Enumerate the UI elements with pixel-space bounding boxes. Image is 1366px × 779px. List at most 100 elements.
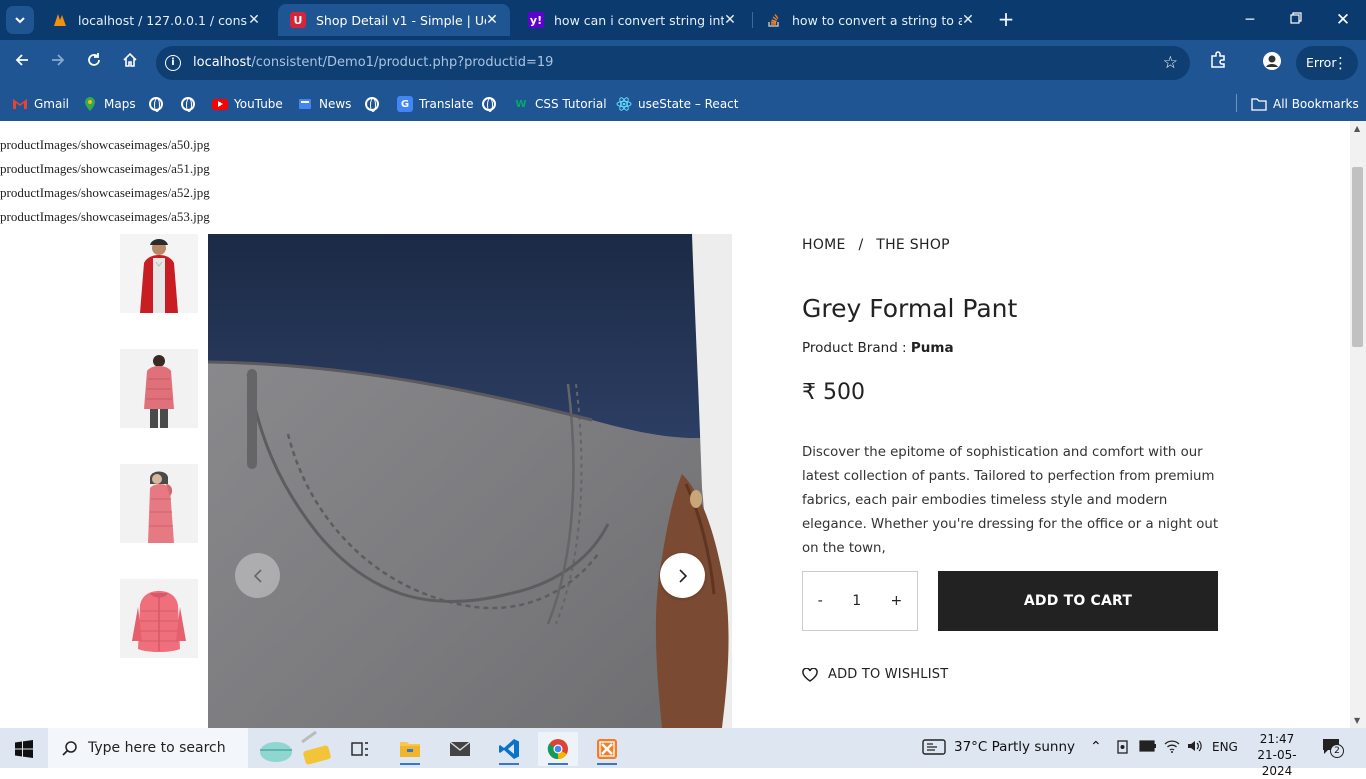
bookmark-label: Translate bbox=[419, 97, 474, 111]
page-content: productImages/showcaseimages/a50.jpg pro… bbox=[0, 121, 1350, 728]
puzzle-icon bbox=[1211, 51, 1225, 68]
clock[interactable]: 21:47 21-05-2024 bbox=[1248, 731, 1306, 779]
restore-button[interactable] bbox=[1286, 10, 1306, 30]
qty-increase-button[interactable]: + bbox=[891, 593, 903, 609]
pink-jacket-side-image bbox=[120, 464, 198, 543]
next-image-button[interactable] bbox=[660, 553, 705, 598]
weather-widget[interactable]: 37°C Partly sunny bbox=[922, 739, 1075, 755]
tab-shop-detail[interactable]: U Shop Detail v1 - Simple | Uomo ✕ bbox=[278, 4, 510, 36]
tab-separator bbox=[752, 12, 753, 28]
page-scrollbar[interactable]: ▲ ▼ bbox=[1350, 121, 1366, 728]
battery-icon[interactable] bbox=[1139, 740, 1157, 756]
profile-error-button[interactable]: Error ⋮ bbox=[1296, 46, 1358, 80]
bookmark-globe-4[interactable] bbox=[482, 94, 496, 114]
more-vert-icon[interactable]: ⋮ bbox=[1333, 46, 1348, 80]
taskbar-chrome[interactable] bbox=[538, 732, 578, 766]
wishlist-label: ADD TO WISHLIST bbox=[828, 667, 949, 682]
taskbar-xampp[interactable] bbox=[587, 732, 627, 766]
task-view-button[interactable] bbox=[340, 732, 380, 766]
new-tab-button[interactable]: + bbox=[994, 8, 1018, 32]
url-text[interactable]: localhost/consistent/Demo1/product.php?p… bbox=[193, 55, 553, 70]
bookmark-css-tutorial[interactable]: W CSS Tutorial bbox=[513, 94, 606, 114]
taskbar-mail[interactable] bbox=[440, 732, 480, 766]
pink-jacket-back-image bbox=[120, 349, 198, 428]
main-product-image bbox=[208, 234, 732, 728]
profile-error-label: Error bbox=[1306, 55, 1337, 70]
vscode-icon bbox=[499, 739, 519, 759]
translate-icon: G bbox=[397, 96, 413, 112]
taskbar-search-box[interactable]: Type here to search bbox=[48, 728, 248, 768]
gmail-icon bbox=[12, 96, 28, 112]
bookmarks-divider bbox=[1236, 94, 1237, 112]
scrollbar-thumb[interactable] bbox=[1352, 167, 1363, 347]
prev-image-button[interactable] bbox=[235, 553, 280, 598]
bookmark-globe-3[interactable] bbox=[365, 94, 379, 114]
globe-icon bbox=[365, 97, 379, 112]
tab-stackoverflow[interactable]: how to convert a string to an array ✕ bbox=[754, 4, 986, 36]
wifi-icon[interactable] bbox=[1164, 739, 1180, 757]
product-thumbnail-3[interactable] bbox=[120, 464, 198, 543]
notification-center-button[interactable]: 2 bbox=[1322, 738, 1344, 760]
all-bookmarks-button[interactable]: All Bookmarks bbox=[1251, 94, 1359, 114]
bookmark-star-icon[interactable]: ☆ bbox=[1163, 53, 1178, 73]
close-icon[interactable]: ✕ bbox=[246, 12, 262, 28]
chrome-icon bbox=[547, 739, 568, 760]
bookmarks-bar: Gmail Maps YouTube News G Translate W CS… bbox=[0, 86, 1366, 121]
product-thumbnail-4[interactable] bbox=[120, 579, 198, 658]
bookmark-news[interactable]: News bbox=[297, 94, 351, 114]
start-button[interactable] bbox=[4, 732, 44, 766]
input-language[interactable]: ENG bbox=[1212, 740, 1238, 754]
home-icon bbox=[123, 52, 137, 67]
breadcrumb-home-link[interactable]: HOME bbox=[802, 237, 846, 253]
qty-decrease-button[interactable]: - bbox=[818, 593, 823, 609]
mail-icon bbox=[449, 741, 471, 756]
image-path-text: productImages/showcaseimages/a53.jpg bbox=[0, 209, 210, 224]
tab-title: how to convert a string to an array bbox=[792, 12, 962, 28]
browser-toolbar: i localhost/consistent/Demo1/product.php… bbox=[0, 40, 1366, 86]
restore-icon bbox=[1290, 12, 1302, 24]
close-icon[interactable]: ✕ bbox=[722, 12, 738, 28]
breadcrumb-shop-link[interactable]: THE SHOP bbox=[876, 237, 950, 253]
close-icon[interactable]: ✕ bbox=[960, 12, 976, 28]
close-window-button[interactable]: ✕ bbox=[1333, 10, 1353, 30]
extensions-button[interactable] bbox=[1206, 51, 1230, 75]
home-button[interactable] bbox=[118, 51, 142, 75]
close-icon[interactable]: ✕ bbox=[484, 12, 500, 28]
address-bar[interactable]: i localhost/consistent/Demo1/product.php… bbox=[156, 46, 1190, 80]
breadcrumb-separator: / bbox=[858, 237, 864, 253]
product-thumbnail-2[interactable] bbox=[120, 349, 198, 428]
youtube-icon bbox=[212, 98, 228, 110]
all-bookmarks-label: All Bookmarks bbox=[1273, 97, 1359, 111]
tray-meet-now-icon[interactable] bbox=[1116, 739, 1130, 759]
uomo-icon: U bbox=[290, 12, 306, 28]
tab-phpmyadmin[interactable]: localhost / 127.0.0.1 / consistent ✕ bbox=[40, 4, 272, 36]
bookmark-translate[interactable]: G Translate bbox=[397, 94, 474, 114]
add-to-wishlist-link[interactable]: ADD TO WISHLIST bbox=[802, 667, 948, 682]
reload-button[interactable] bbox=[82, 51, 106, 75]
profile-button[interactable] bbox=[1260, 51, 1284, 75]
minimize-button[interactable]: ─ bbox=[1240, 10, 1260, 30]
back-button[interactable] bbox=[10, 51, 34, 75]
avatar-icon bbox=[1263, 52, 1281, 70]
taskbar-vscode[interactable] bbox=[489, 732, 529, 766]
product-thumbnail-1[interactable] bbox=[120, 234, 198, 313]
forward-button[interactable] bbox=[46, 51, 70, 75]
bookmark-globe-2[interactable] bbox=[181, 94, 195, 114]
tray-chevron-up-icon[interactable]: ⌃ bbox=[1090, 739, 1102, 755]
tab-search-button[interactable] bbox=[6, 6, 34, 34]
bookmark-youtube[interactable]: YouTube bbox=[212, 94, 283, 114]
taskbar-file-explorer[interactable] bbox=[390, 732, 430, 766]
scroll-down-icon[interactable]: ▼ bbox=[1354, 716, 1360, 725]
bookmark-maps[interactable]: Maps bbox=[82, 94, 136, 114]
bookmark-gmail[interactable]: Gmail bbox=[12, 94, 69, 114]
tab-yahoo[interactable]: y! how can i convert string into an arra… bbox=[516, 4, 748, 36]
bookmark-label: News bbox=[319, 97, 352, 111]
bookmark-globe-1[interactable] bbox=[149, 94, 163, 114]
site-info-icon[interactable]: i bbox=[165, 55, 181, 71]
scroll-up-icon[interactable]: ▲ bbox=[1354, 124, 1360, 133]
bookmark-usestate-react[interactable]: useState – React bbox=[616, 94, 738, 114]
add-to-cart-button[interactable]: ADD TO CART bbox=[938, 571, 1218, 631]
qty-value[interactable]: 1 bbox=[852, 593, 861, 609]
image-path-text: productImages/showcaseimages/a50.jpg bbox=[0, 137, 210, 152]
volume-icon[interactable] bbox=[1187, 739, 1203, 757]
